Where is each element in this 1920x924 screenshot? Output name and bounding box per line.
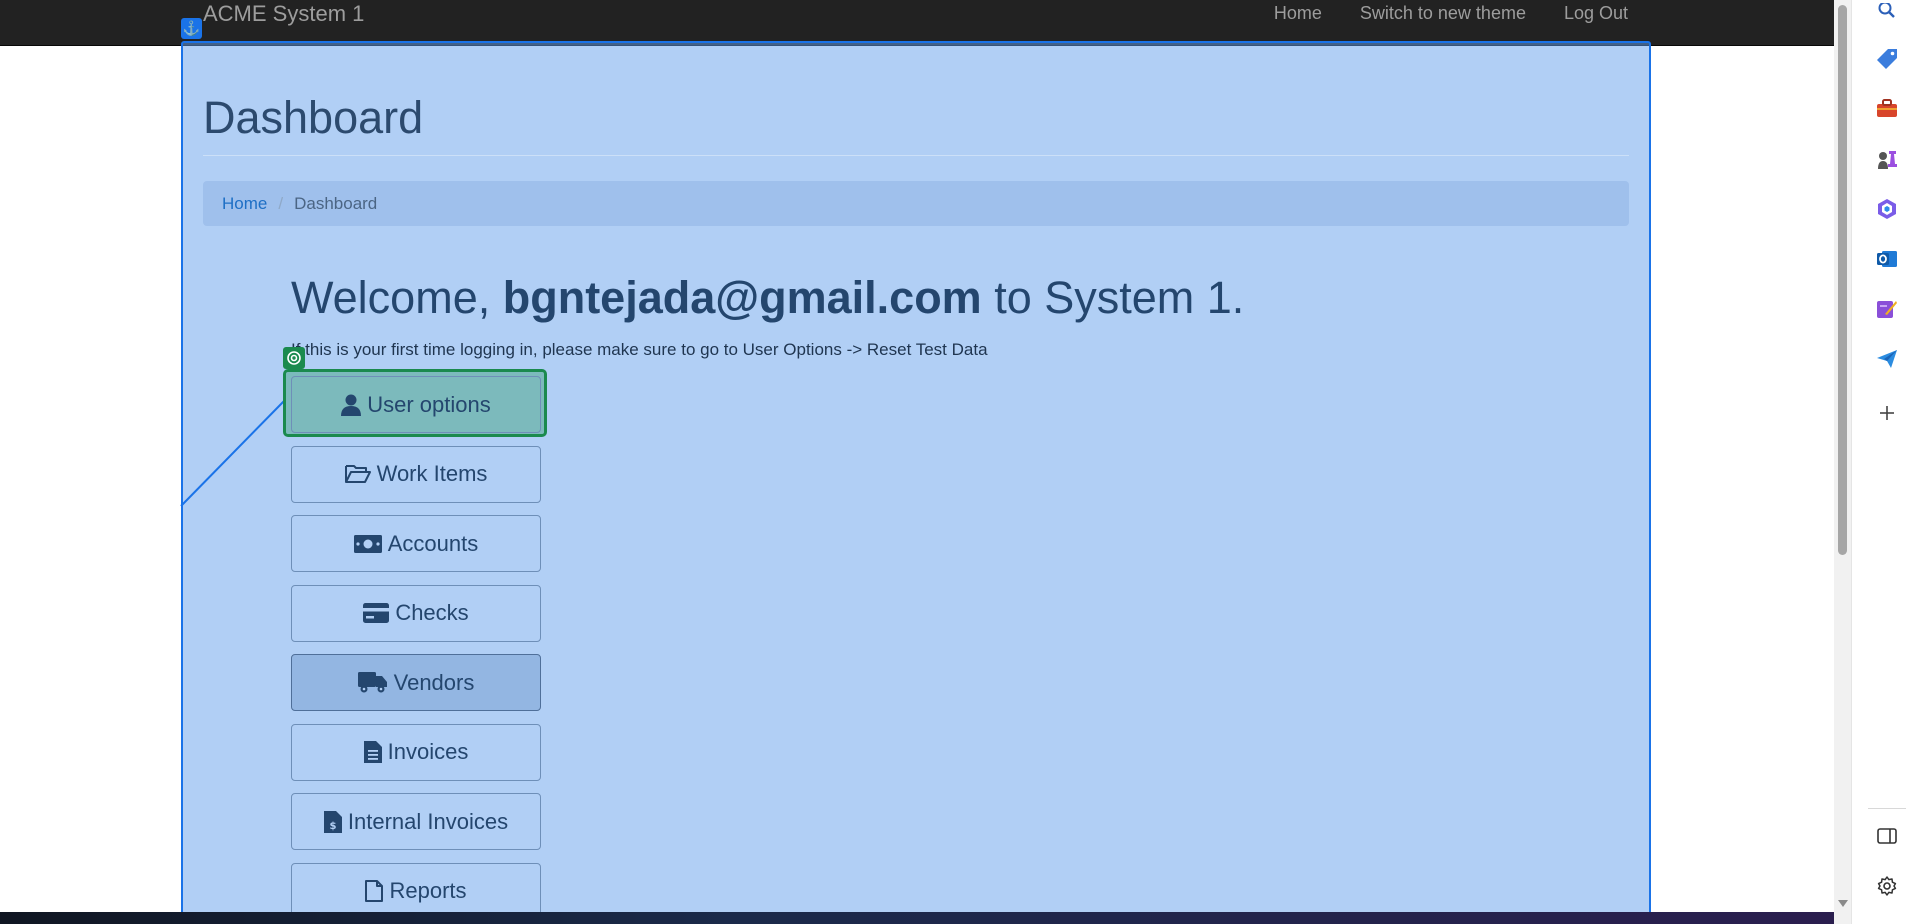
welcome-heading: Welcome, bgntejada@gmail.com to System 1… [291, 272, 1244, 324]
work-items-label: Work Items [376, 461, 488, 486]
nav-home-link[interactable]: Home [1255, 2, 1341, 24]
reports-label: Reports [389, 878, 467, 903]
breadcrumb-home-link[interactable]: Home [222, 194, 267, 213]
page-title: Dashboard [203, 92, 424, 143]
folder-open-icon [344, 465, 371, 483]
vendors-button[interactable]: Vendors [291, 654, 541, 711]
user-options-label: User options [367, 391, 491, 417]
chess-icon[interactable] [1876, 148, 1898, 170]
os-taskbar-edge [0, 912, 1834, 924]
svg-text:$: $ [329, 821, 336, 832]
internal-invoices-label: Internal Invoices [347, 808, 509, 834]
send-icon[interactable] [1876, 348, 1898, 370]
breadcrumb-separator: / [278, 194, 284, 213]
split-screen-icon[interactable] [1876, 825, 1898, 847]
file-icon [365, 880, 384, 902]
vendors-label: Vendors [393, 669, 475, 695]
sidebar-divider [1868, 808, 1906, 809]
welcome-suffix: to System 1. [981, 272, 1245, 323]
invoices-label: Invoices [387, 739, 469, 764]
title-divider [203, 155, 1629, 156]
copilot-icon[interactable] [1876, 198, 1898, 220]
breadcrumb: Home / Dashboard [203, 181, 1629, 226]
toolbox-icon[interactable] [1876, 98, 1898, 120]
file-invoice-dollar-icon: $ [323, 810, 342, 833]
scrollbar-thumb[interactable] [1838, 5, 1847, 555]
target-icon [283, 347, 305, 369]
user-options-button[interactable]: User options [291, 376, 541, 433]
tag-icon[interactable] [1876, 48, 1898, 70]
money-bill-icon [353, 534, 382, 553]
credit-card-icon [363, 603, 390, 623]
checks-label: Checks [395, 600, 469, 625]
welcome-user: bgntejada@gmail.com [502, 272, 982, 323]
search-icon[interactable] [1876, 0, 1898, 22]
scroll-down-arrow-icon[interactable] [1838, 900, 1848, 907]
outlook-icon[interactable] [1876, 248, 1898, 270]
invoices-button[interactable]: Invoices [291, 723, 541, 781]
settings-icon[interactable] [1876, 875, 1898, 897]
internal-invoices-button[interactable]: $ Internal Invoices [291, 793, 541, 850]
accounts-label: Accounts [387, 530, 479, 556]
reports-button[interactable]: Reports [291, 862, 541, 920]
user-icon [341, 394, 362, 416]
top-navbar: ACME System 1 Home Switch to new theme L… [0, 0, 1834, 46]
first-login-notice: If this is your first time logging in, p… [291, 340, 988, 359]
nav-logout-link[interactable]: Log Out [1545, 2, 1628, 24]
breadcrumb-current: Dashboard [294, 194, 378, 213]
anchor-icon: ⚓ [181, 18, 202, 39]
accounts-button[interactable]: Accounts [291, 515, 541, 572]
work-items-button[interactable]: Work Items [291, 445, 541, 503]
welcome-prefix: Welcome, [291, 272, 503, 323]
dashboard-button-list: User options Work Items Accounts Checks … [291, 376, 541, 924]
file-text-icon [363, 741, 382, 763]
browser-sidebar [1851, 0, 1920, 924]
brand-link[interactable]: ACME System 1 [203, 1, 364, 27]
nav-switch-theme-link[interactable]: Switch to new theme [1341, 2, 1545, 24]
truck-icon [357, 671, 387, 692]
designer-icon[interactable] [1876, 298, 1898, 320]
nav-links: Home Switch to new theme Log Out [1255, 2, 1628, 24]
checks-button[interactable]: Checks [291, 584, 541, 642]
plus-icon[interactable] [1876, 402, 1898, 424]
